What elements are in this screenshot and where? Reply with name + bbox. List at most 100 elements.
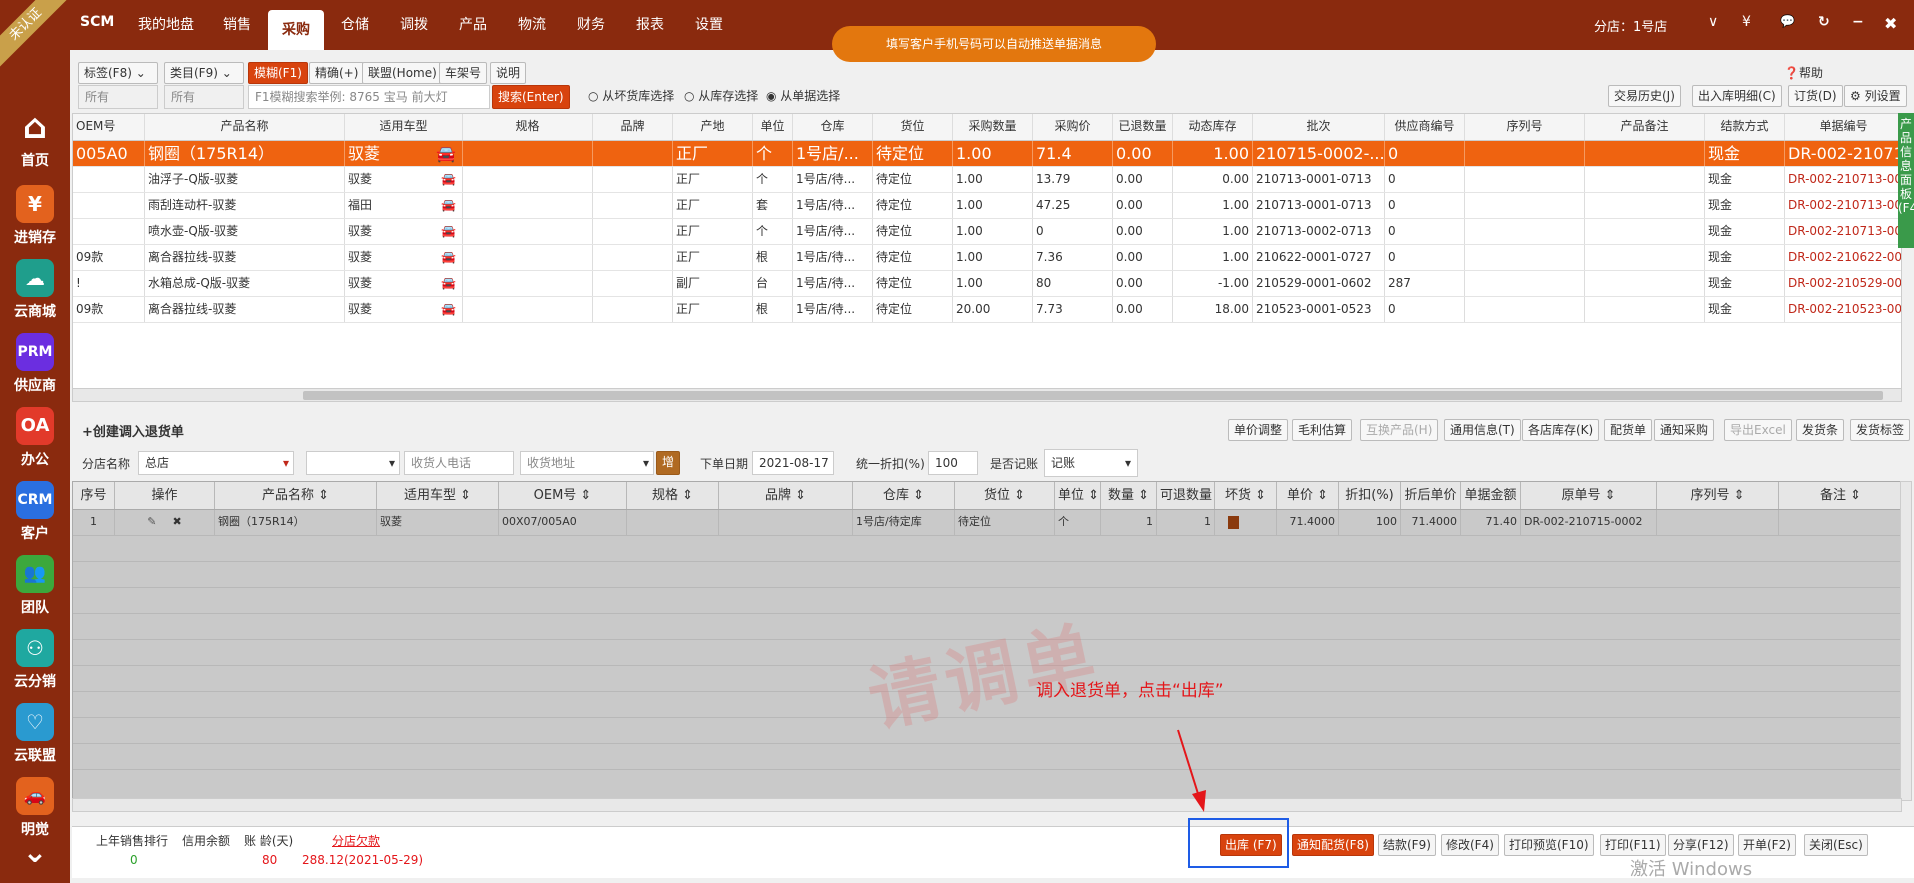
currency-icon[interactable]: ¥ [1742, 14, 1751, 30]
col-original-doc[interactable]: 原单号 ⇕ [1521, 482, 1657, 509]
print-button[interactable]: 打印(F11) [1600, 834, 1666, 856]
menu-settings[interactable]: 设置 [681, 0, 737, 50]
col-returnable-qty[interactable]: 可退数量 [1157, 482, 1215, 509]
refresh-icon[interactable]: ↻ [1818, 14, 1830, 30]
scroll-down-icon[interactable]: ⌄ [0, 838, 70, 868]
tag-select[interactable]: 标签(F8) ⌄ [78, 62, 158, 84]
col-vehicle[interactable]: 适用车型 [345, 114, 463, 140]
col-brand[interactable]: 品牌 ⇕ [719, 482, 853, 509]
product-grid-hscroll[interactable] [72, 388, 1902, 402]
shipping-label-button[interactable]: 发货标签 [1850, 419, 1911, 441]
new-order-button[interactable]: 开单(F2) [1738, 834, 1796, 856]
delete-icon[interactable]: ✖ [173, 515, 182, 528]
col-supplier-code[interactable]: 供应商编号 [1385, 114, 1465, 140]
close-icon[interactable]: ✖ [1884, 14, 1897, 33]
mode-exact-button[interactable]: 精确(+) [309, 62, 365, 84]
table-row[interactable]: ! 水箱总成-Q版-驭菱 驭菱 🚘 副厂 台 1号店/待... 待定位 1.00 … [73, 271, 1901, 297]
shipping-slip-button[interactable]: 发货条 [1796, 419, 1845, 441]
phone-input[interactable]: 收货人电话 [404, 451, 514, 475]
tag-value[interactable]: 所有 [78, 85, 158, 109]
col-location[interactable]: 货位 ⇕ [955, 482, 1055, 509]
col-unit-price[interactable]: 单价 ⇕ [1277, 482, 1339, 509]
account-select[interactable]: 记账 ▾ [1044, 449, 1138, 477]
sidebar-item-supplier[interactable]: PRM 供应商 [0, 333, 70, 395]
radio-stock[interactable]: ○ 从库存选择 [684, 87, 758, 104]
scroll-thumb[interactable] [303, 391, 1883, 400]
menu-sales[interactable]: 销售 [209, 0, 265, 50]
col-qty[interactable]: 数量 ⇕ [1101, 482, 1157, 509]
col-warehouse[interactable]: 仓库 ⇕ [853, 482, 955, 509]
menu-reports[interactable]: 报表 [622, 0, 678, 50]
col-brand[interactable]: 品牌 [593, 114, 673, 140]
history-button[interactable]: 交易历史(J) [1608, 85, 1681, 107]
car-icon[interactable]: 🚘 [441, 193, 456, 218]
date-input[interactable]: 2021-08-17 [752, 451, 834, 475]
close-button[interactable]: 关闭(Esc) [1804, 834, 1868, 856]
swap-product-button[interactable]: 互换产品(H) [1360, 419, 1439, 441]
sidebar-item-inventory[interactable]: ¥ 进销存 [0, 185, 70, 247]
column-settings-button[interactable]: ⚙ 列设置 [1844, 85, 1907, 107]
car-icon[interactable]: 🚘 [436, 141, 456, 166]
col-product-name[interactable]: 产品名称 ⇕ [215, 482, 377, 509]
store-selector[interactable]: 分店：1号店 [1594, 16, 1667, 35]
menu-purchase[interactable]: 采购 [268, 10, 324, 50]
col-returned-qty[interactable]: 已退数量 [1113, 114, 1173, 140]
section-title[interactable]: +创建调入退货单 [82, 421, 184, 440]
col-seq[interactable]: 序号 [73, 482, 115, 509]
category-value[interactable]: 所有 [164, 85, 244, 109]
inout-detail-button[interactable]: 出入库明细(C) [1692, 85, 1782, 107]
car-icon[interactable]: 🚘 [441, 167, 456, 192]
col-product-note[interactable]: 产品备注 [1585, 114, 1705, 140]
sidebar-item-alliance[interactable]: ♡ 云联盟 [0, 703, 70, 765]
table-row[interactable]: 09款 离合器拉线-驭菱 驭菱 🚘 正厂 根 1号店/待... 待定位 20.00… [73, 297, 1901, 323]
add-address-button[interactable]: 增 [656, 451, 681, 475]
return-grid-vscroll[interactable] [1900, 481, 1912, 801]
sidebar-item-office[interactable]: OA 办公 [0, 407, 70, 469]
distribution-order-button[interactable]: 配货单 [1604, 419, 1653, 441]
menu-transfer[interactable]: 调拨 [386, 0, 442, 50]
product-info-panel-tab[interactable]: 产品信息面板(F4) [1898, 113, 1914, 248]
col-product-name[interactable]: 产品名称 [145, 114, 345, 140]
col-doc-amount[interactable]: 单据金额 [1461, 482, 1521, 509]
damaged-checkbox[interactable] [1228, 516, 1239, 529]
modify-button[interactable]: 修改(F4) [1441, 834, 1499, 856]
col-warehouse[interactable]: 仓库 [793, 114, 873, 140]
menu-my-site[interactable]: 我的地盘 [126, 0, 206, 50]
table-row[interactable]: 1 ✎ ✖ 钢圈（175R14） 驭菱 00X07/005A0 1号店/待定库 待… [73, 510, 1901, 536]
chevron-down-icon[interactable]: ∨ [1708, 14, 1718, 30]
col-serial[interactable]: 序列号 [1465, 114, 1585, 140]
col-spec[interactable]: 规格 [463, 114, 593, 140]
sidebar-item-distribution[interactable]: ⚇ 云分销 [0, 629, 70, 691]
notify-distribution-button[interactable]: 通知配货(F8) [1292, 834, 1374, 856]
discount-input[interactable]: 100 [928, 451, 978, 475]
radio-damaged[interactable]: ○ 从坏货库选择 [588, 87, 674, 104]
search-button[interactable]: 搜索(Enter) [492, 85, 570, 109]
col-batch[interactable]: 批次 [1253, 114, 1385, 140]
col-location[interactable]: 货位 [873, 114, 953, 140]
col-dynamic-stock[interactable]: 动态库存 [1173, 114, 1253, 140]
chat-icon[interactable]: 💬 [1780, 14, 1795, 28]
col-doc-no[interactable]: 单据编号 [1785, 114, 1901, 140]
select-blank[interactable]: ▾ [306, 451, 400, 475]
menu-logistics[interactable]: 物流 [504, 0, 560, 50]
table-row[interactable]: 005A0 钢圈（175R14） 驭菱 🚘 正厂 个 1号店/... 待定位 1.… [73, 141, 1901, 167]
col-discounted-price[interactable]: 折后单价 [1401, 482, 1461, 509]
address-select[interactable]: 收货地址 ▾ [520, 451, 654, 475]
mode-help-button[interactable]: 说明 [490, 62, 527, 84]
col-payment[interactable]: 结款方式 [1705, 114, 1785, 140]
edit-icon[interactable]: ✎ [147, 515, 156, 528]
search-input[interactable]: F1模糊搜索举例: 8765 宝马 前大灯 [248, 85, 490, 109]
sidebar-item-customer[interactable]: CRM 客户 [0, 481, 70, 543]
col-purchase-qty[interactable]: 采购数量 [953, 114, 1033, 140]
col-vehicle[interactable]: 适用车型 ⇕ [377, 482, 499, 509]
sidebar-item-team[interactable]: 👥 团队 [0, 555, 70, 617]
col-serial[interactable]: 序列号 ⇕ [1657, 482, 1779, 509]
table-row[interactable]: 雨刮连动杆-驭菱 福田 🚘 正厂 套 1号店/待... 待定位 1.00 47.2… [73, 193, 1901, 219]
price-adjust-button[interactable]: 单价调整 [1228, 419, 1289, 441]
col-unit[interactable]: 单位 [753, 114, 793, 140]
order-button[interactable]: 订货(D) [1788, 85, 1843, 107]
car-icon[interactable]: 🚘 [441, 271, 456, 296]
minimize-icon[interactable]: − [1852, 14, 1864, 30]
store-debt-link[interactable]: 分店欠款 [332, 832, 380, 849]
store-name-select[interactable]: 总店 ▾ [138, 451, 294, 475]
